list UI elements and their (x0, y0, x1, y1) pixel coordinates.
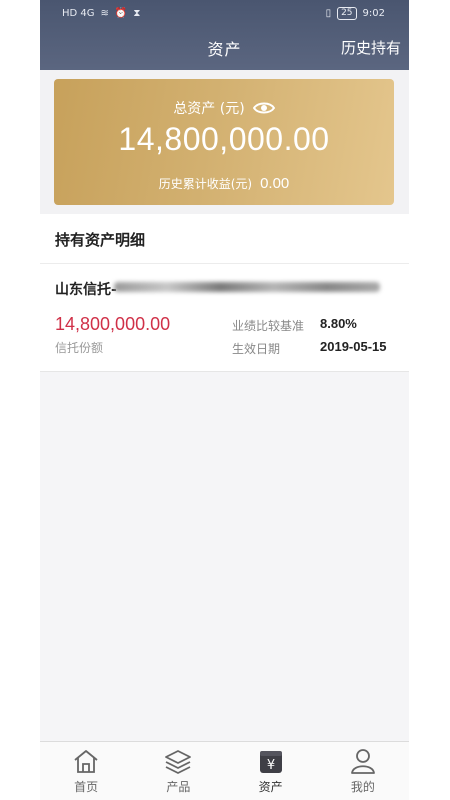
history-income-value: 0.00 (260, 175, 290, 192)
vibrate-icon: ▯ (325, 7, 332, 19)
tab-assets-label: 资产 (258, 780, 283, 794)
redacted-product-name (114, 282, 380, 292)
tab-mine[interactable]: 我的 (317, 742, 409, 800)
user-icon (350, 749, 375, 774)
network-indicator: HD 4G (62, 8, 95, 19)
tab-mine-label: 我的 (350, 780, 375, 794)
wallet-icon: ¥ (259, 751, 282, 773)
summary-area: 总资产 (元) 14,800,000.00 历史累计收益(元) 0.00 (40, 70, 409, 214)
holding-amount: 14,800,000.00 (55, 314, 171, 334)
tab-products-label: 产品 (166, 780, 191, 794)
effective-date-label: 生效日期 (232, 342, 281, 356)
battery-icon: 25 (337, 7, 357, 20)
tab-home[interactable]: 首页 (40, 742, 132, 800)
effective-date-value: 2019-05-15 (320, 339, 387, 354)
alarm-icon: ⏰ (114, 8, 128, 19)
wifi-icon: ≋ (100, 8, 109, 19)
svg-text:¥: ¥ (266, 758, 274, 773)
status-bar: HD 4G ≋ ⏰ ⧗ ▯ 25 9:02 (40, 0, 409, 30)
history-income-label: 历史累计收益(元) (158, 177, 253, 191)
section-title: 持有资产明细 (55, 231, 146, 249)
app-screen: HD 4G ≋ ⏰ ⧗ ▯ 25 9:02 资产 历史持有 总资产 (元) 14… (40, 0, 409, 800)
top-header: HD 4G ≋ ⏰ ⧗ ▯ 25 9:02 资产 历史持有 (40, 0, 409, 70)
home-icon (74, 750, 98, 773)
history-holdings-link[interactable]: 历史持有 (341, 37, 401, 58)
total-assets-card: 总资产 (元) 14,800,000.00 历史累计收益(元) 0.00 (54, 79, 394, 205)
bottom-tab-bar: 首页 产品 ¥ 资产 我的 (40, 741, 409, 800)
holding-item[interactable]: 山东信托- 14,800,000.00 信托份额 业绩比较基准 8.80% 生效… (40, 264, 409, 372)
total-assets-value: 14,800,000.00 (118, 121, 330, 157)
tab-assets[interactable]: ¥ 资产 (225, 742, 317, 800)
holding-amount-label: 信托份额 (55, 341, 104, 355)
total-assets-label: 总资产 (元) (173, 101, 245, 117)
clock-time: 9:02 (362, 7, 385, 19)
tab-home-label: 首页 (74, 780, 99, 794)
holding-name: 山东信托- (55, 282, 117, 298)
benchmark-label: 业绩比较基准 (232, 319, 305, 333)
tab-products[interactable]: 产品 (132, 742, 224, 800)
hourglass-icon: ⧗ (133, 8, 141, 19)
eye-icon[interactable] (252, 101, 275, 115)
layers-icon (165, 750, 192, 774)
holdings-section-header: 持有资产明细 (40, 214, 409, 264)
benchmark-value: 8.80% (320, 316, 357, 331)
